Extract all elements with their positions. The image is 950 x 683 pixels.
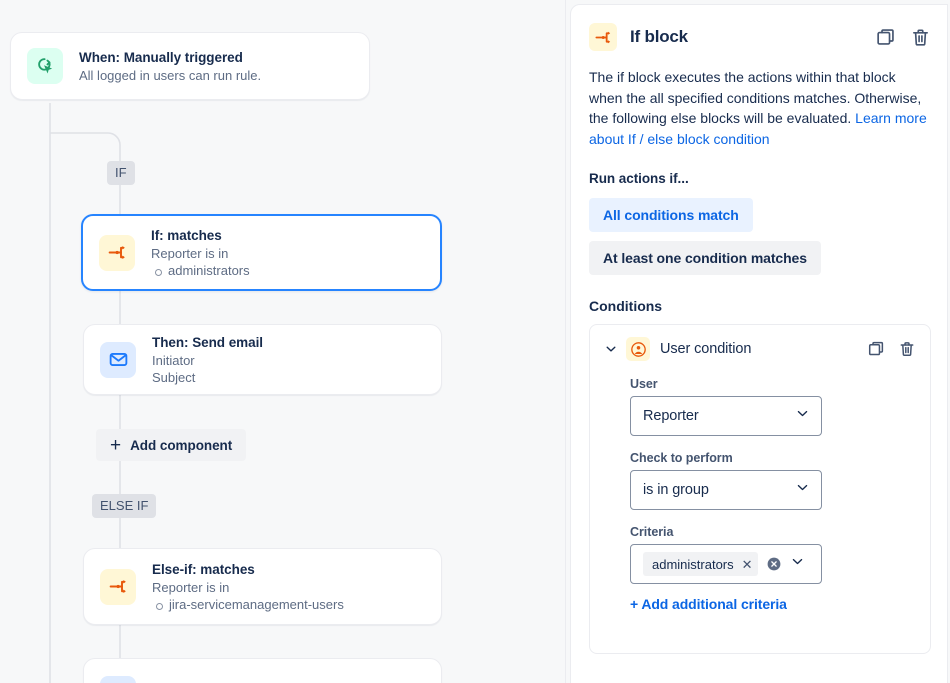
- node-detail: administrators: [151, 262, 250, 279]
- run-actions-label: Run actions if...: [589, 171, 931, 186]
- node-subtitle: Initiator: [152, 352, 263, 369]
- branch-badge-if: IF: [107, 161, 135, 185]
- add-component-label: Add component: [130, 438, 232, 453]
- branch-badge-else-if: ELSE IF: [92, 494, 156, 518]
- user-condition-card: User condition: [589, 324, 931, 654]
- node-subtitle: Reporter is in: [152, 579, 344, 596]
- condition-title: User condition: [660, 341, 867, 357]
- panel-description: The if block executes the actions within…: [589, 67, 931, 149]
- conditions-label: Conditions: [589, 298, 931, 314]
- branch-icon: [99, 235, 135, 271]
- condition-actions: [867, 340, 916, 358]
- user-circle-icon: [626, 337, 650, 361]
- user-select[interactable]: Reporter: [630, 396, 822, 436]
- panel-header: If block: [589, 23, 931, 51]
- trigger-subtitle: All logged in users can run rule.: [79, 67, 261, 84]
- clear-circle-icon[interactable]: [766, 556, 782, 572]
- check-to-perform-label: Check to perform: [630, 451, 916, 465]
- then-send-email-node-2[interactable]: Then: Send email: [83, 658, 442, 683]
- trash-icon[interactable]: [898, 340, 916, 358]
- plus-icon: +: [110, 436, 121, 455]
- option-at-least-one-condition-matches[interactable]: At least one condition matches: [589, 241, 821, 275]
- node-title: If: matches: [151, 227, 250, 245]
- email-icon: [100, 676, 136, 683]
- criteria-tag-label: administrators: [652, 557, 734, 572]
- page-title: If block: [630, 27, 875, 47]
- trash-icon[interactable]: [910, 27, 931, 48]
- chevron-down-icon: [790, 554, 805, 574]
- node-subtitle: Reporter is in: [151, 245, 250, 262]
- condition-fields: User Reporter Check to perform is in gro…: [604, 377, 916, 614]
- chevron-down-icon: [795, 480, 810, 500]
- rule-canvas[interactable]: When: Manually triggered All logged in u…: [0, 0, 566, 683]
- copy-icon[interactable]: [867, 340, 885, 358]
- trigger-title: When: Manually triggered: [79, 49, 261, 67]
- add-component-button[interactable]: + Add component: [96, 429, 246, 461]
- check-to-perform-value: is in group: [643, 482, 795, 498]
- then-send-email-node[interactable]: Then: Send email Initiator Subject: [83, 324, 442, 395]
- node-title: Then: Send email: [152, 334, 263, 352]
- add-additional-criteria-button[interactable]: + Add additional criteria: [630, 596, 787, 612]
- branch-icon: [589, 23, 617, 51]
- details-panel-region: If block: [566, 0, 950, 683]
- panel-header-actions: [875, 27, 931, 48]
- condition-header: User condition: [604, 337, 916, 361]
- if-block-details-panel: If block: [570, 4, 948, 683]
- trigger-node[interactable]: When: Manually triggered All logged in u…: [10, 32, 370, 100]
- user-select-value: Reporter: [643, 408, 795, 424]
- chevron-down-icon: [795, 406, 810, 426]
- option-all-conditions-match[interactable]: All conditions match: [589, 198, 753, 232]
- criteria-multiselect[interactable]: administrators ✕: [630, 544, 822, 584]
- node-detail: Subject: [152, 369, 263, 386]
- if-condition-node[interactable]: If: matches Reporter is in administrator…: [81, 214, 442, 291]
- cursor-click-icon: [27, 48, 63, 84]
- email-icon: [100, 342, 136, 378]
- user-field-label: User: [630, 377, 916, 391]
- x-icon[interactable]: ✕: [742, 558, 753, 571]
- copy-icon[interactable]: [875, 27, 896, 48]
- chevron-down-icon[interactable]: [604, 342, 618, 356]
- criteria-label: Criteria: [630, 525, 916, 539]
- match-options-group: All conditions match At least one condit…: [589, 198, 931, 284]
- node-detail: jira-servicemanagement-users: [152, 596, 344, 613]
- criteria-tag[interactable]: administrators ✕: [643, 552, 758, 576]
- node-title: Else-if: matches: [152, 561, 344, 579]
- branch-icon: [100, 569, 136, 605]
- check-to-perform-select[interactable]: is in group: [630, 470, 822, 510]
- else-if-condition-node[interactable]: Else-if: matches Reporter is in jira-ser…: [83, 548, 442, 625]
- automation-rule-builder: When: Manually triggered All logged in u…: [0, 0, 950, 683]
